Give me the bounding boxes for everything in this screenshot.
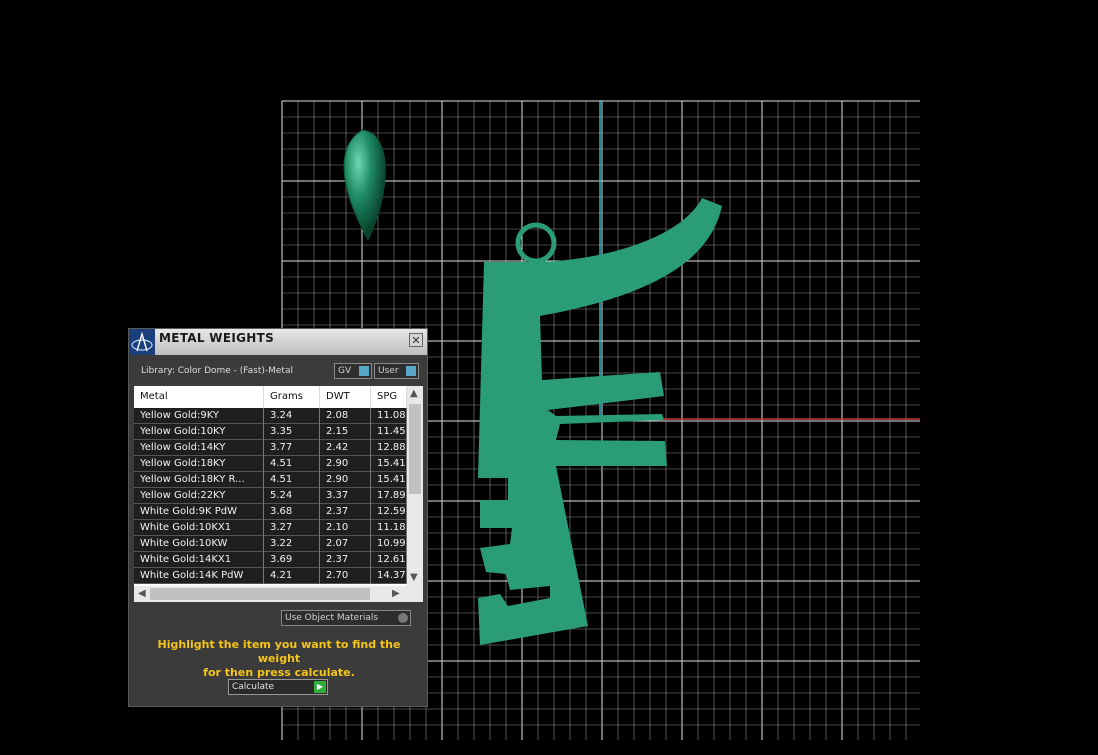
table-cell-dwt: 2.70 <box>320 568 371 584</box>
instruction-line-2: for then press calculate. <box>203 666 355 679</box>
column-header-spg[interactable]: SPG <box>371 386 407 408</box>
vertical-scrollbar[interactable]: ▲ ▼ <box>407 386 423 586</box>
table-cell-grams: 3.68 <box>264 504 320 520</box>
play-arrow-icon: ▶ <box>314 681 326 693</box>
table-cell-dwt: 3.37 <box>320 488 371 504</box>
table-cell-dwt: 2.10 <box>320 520 371 536</box>
table-header: Metal Grams DWT SPG <box>134 386 423 408</box>
table-row[interactable]: White Gold:14K PdW 4.21 2.70 14.37 <box>134 568 407 584</box>
horizontal-scroll-thumb[interactable] <box>150 588 370 600</box>
pendant-bail-ring <box>515 222 557 264</box>
user-toggle[interactable]: User <box>374 363 419 379</box>
table-cell-grams: 3.77 <box>264 440 320 456</box>
table-cell-metal: White Gold:9K PdW <box>134 504 264 520</box>
table-cell-metal: White Gold:10KX1 <box>134 520 264 536</box>
table-cell-dwt: 2.07 <box>320 536 371 552</box>
table-row[interactable]: White Gold:14KX1 3.69 2.37 12.61 <box>134 552 407 568</box>
table-cell-spg: 15.41 <box>371 472 407 488</box>
table-cell-spg: 12.88 <box>371 440 407 456</box>
scroll-down-icon[interactable]: ▼ <box>410 572 418 583</box>
table-cell-grams: 3.24 <box>264 408 320 424</box>
table-row[interactable]: White Gold:9K PdW 3.68 2.37 12.59 <box>134 504 407 520</box>
panel-titlebar[interactable]: METAL WEIGHTS ✕ <box>129 329 427 355</box>
table-cell-spg: 10.99 <box>371 536 407 552</box>
table-row[interactable]: White Gold:10KX1 3.27 2.10 11.18 <box>134 520 407 536</box>
vertical-scroll-thumb[interactable] <box>409 404 421 494</box>
table-cell-metal: White Gold:14KX1 <box>134 552 264 568</box>
scroll-left-icon[interactable]: ◀ <box>138 588 146 599</box>
table-cell-grams: 4.51 <box>264 472 320 488</box>
use-object-materials-label: Use Object Materials <box>285 613 379 623</box>
table-row[interactable]: Yellow Gold:10KY 3.35 2.15 11.45 <box>134 424 407 440</box>
horizontal-scrollbar[interactable]: ◀ ▶ <box>134 586 423 602</box>
teardrop-gem-model[interactable] <box>343 129 386 242</box>
table-cell-grams: 3.35 <box>264 424 320 440</box>
scroll-right-icon[interactable]: ▶ <box>392 588 400 599</box>
table-cell-spg: 17.89 <box>371 488 407 504</box>
calculate-button[interactable]: Calculate ▶ <box>228 679 328 695</box>
table-cell-dwt: 2.37 <box>320 504 371 520</box>
table-cell-grams: 4.51 <box>264 456 320 472</box>
table-cell-grams: 3.22 <box>264 536 320 552</box>
table-row[interactable]: Yellow Gold:9KY 3.24 2.08 11.08 <box>134 408 407 424</box>
table-cell-dwt: 2.42 <box>320 440 371 456</box>
table-cell-spg: 11.18 <box>371 520 407 536</box>
toggle-knob-icon <box>406 366 416 376</box>
toggle-knob-icon <box>359 366 369 376</box>
column-header-dwt[interactable]: DWT <box>320 386 371 408</box>
table-cell-metal: Yellow Gold:22KY <box>134 488 264 504</box>
table-cell-spg: 11.08 <box>371 408 407 424</box>
table-cell-dwt: 2.15 <box>320 424 371 440</box>
table-cell-metal: Yellow Gold:9KY <box>134 408 264 424</box>
table-row[interactable]: Yellow Gold:18KY R... 4.51 2.90 15.41 <box>134 472 407 488</box>
app-logo-icon <box>129 329 155 355</box>
table-row[interactable]: White Gold:10KW 3.22 2.07 10.99 <box>134 536 407 552</box>
table-cell-metal: White Gold:14K PdW <box>134 568 264 584</box>
table-cell-metal: Yellow Gold:18KY <box>134 456 264 472</box>
table-cell-dwt: 2.08 <box>320 408 371 424</box>
calculate-label: Calculate <box>232 682 275 692</box>
library-label: Library: Color Dome - (Fast)-Metal <box>141 366 293 376</box>
table-row[interactable]: Yellow Gold:14KY 3.77 2.42 12.88 <box>134 440 407 456</box>
column-header-metal[interactable]: Metal <box>134 386 264 408</box>
table-row[interactable]: Yellow Gold:22KY 5.24 3.37 17.89 <box>134 488 407 504</box>
radio-dot-icon <box>398 613 408 623</box>
table-cell-dwt: 2.90 <box>320 456 371 472</box>
table-row[interactable]: Yellow Gold:18KY 4.51 2.90 15.41 <box>134 456 407 472</box>
table-cell-metal: White Gold:10KW <box>134 536 264 552</box>
table-cell-spg: 12.59 <box>371 504 407 520</box>
instruction-line-1: Highlight the item you want to find the … <box>157 638 401 665</box>
gv-toggle[interactable]: GV <box>334 363 372 379</box>
table-rows: Yellow Gold:9KY 3.24 2.08 11.08 Yellow Gold:… <box>134 408 407 584</box>
table-cell-spg: 14.37 <box>371 568 407 584</box>
table-cell-dwt: 2.90 <box>320 472 371 488</box>
table-cell-grams: 3.69 <box>264 552 320 568</box>
metal-weights-panel: METAL WEIGHTS ✕ Library: Color Dome - (F… <box>128 328 428 707</box>
table-cell-spg: 15.41 <box>371 456 407 472</box>
close-icon[interactable]: ✕ <box>409 333 423 347</box>
table-cell-metal: Yellow Gold:14KY <box>134 440 264 456</box>
scroll-up-icon[interactable]: ▲ <box>410 388 418 399</box>
table-cell-metal: Yellow Gold:18KY R... <box>134 472 264 488</box>
table-cell-spg: 12.61 <box>371 552 407 568</box>
table-cell-dwt: 2.37 <box>320 552 371 568</box>
panel-title: METAL WEIGHTS <box>159 331 275 345</box>
table-cell-grams: 3.27 <box>264 520 320 536</box>
table-cell-spg: 11.45 <box>371 424 407 440</box>
table-cell-metal: Yellow Gold:10KY <box>134 424 264 440</box>
user-toggle-label: User <box>378 366 399 376</box>
column-header-grams[interactable]: Grams <box>264 386 320 408</box>
table-cell-grams: 4.21 <box>264 568 320 584</box>
table-cell-grams: 5.24 <box>264 488 320 504</box>
metal-table[interactable]: Metal Grams DWT SPG Yellow Gold:9KY 3.24 2… <box>134 386 423 602</box>
gv-toggle-label: GV <box>338 366 352 376</box>
use-object-materials-toggle[interactable]: Use Object Materials <box>281 610 411 626</box>
instruction-text: Highlight the item you want to find the … <box>139 638 419 680</box>
